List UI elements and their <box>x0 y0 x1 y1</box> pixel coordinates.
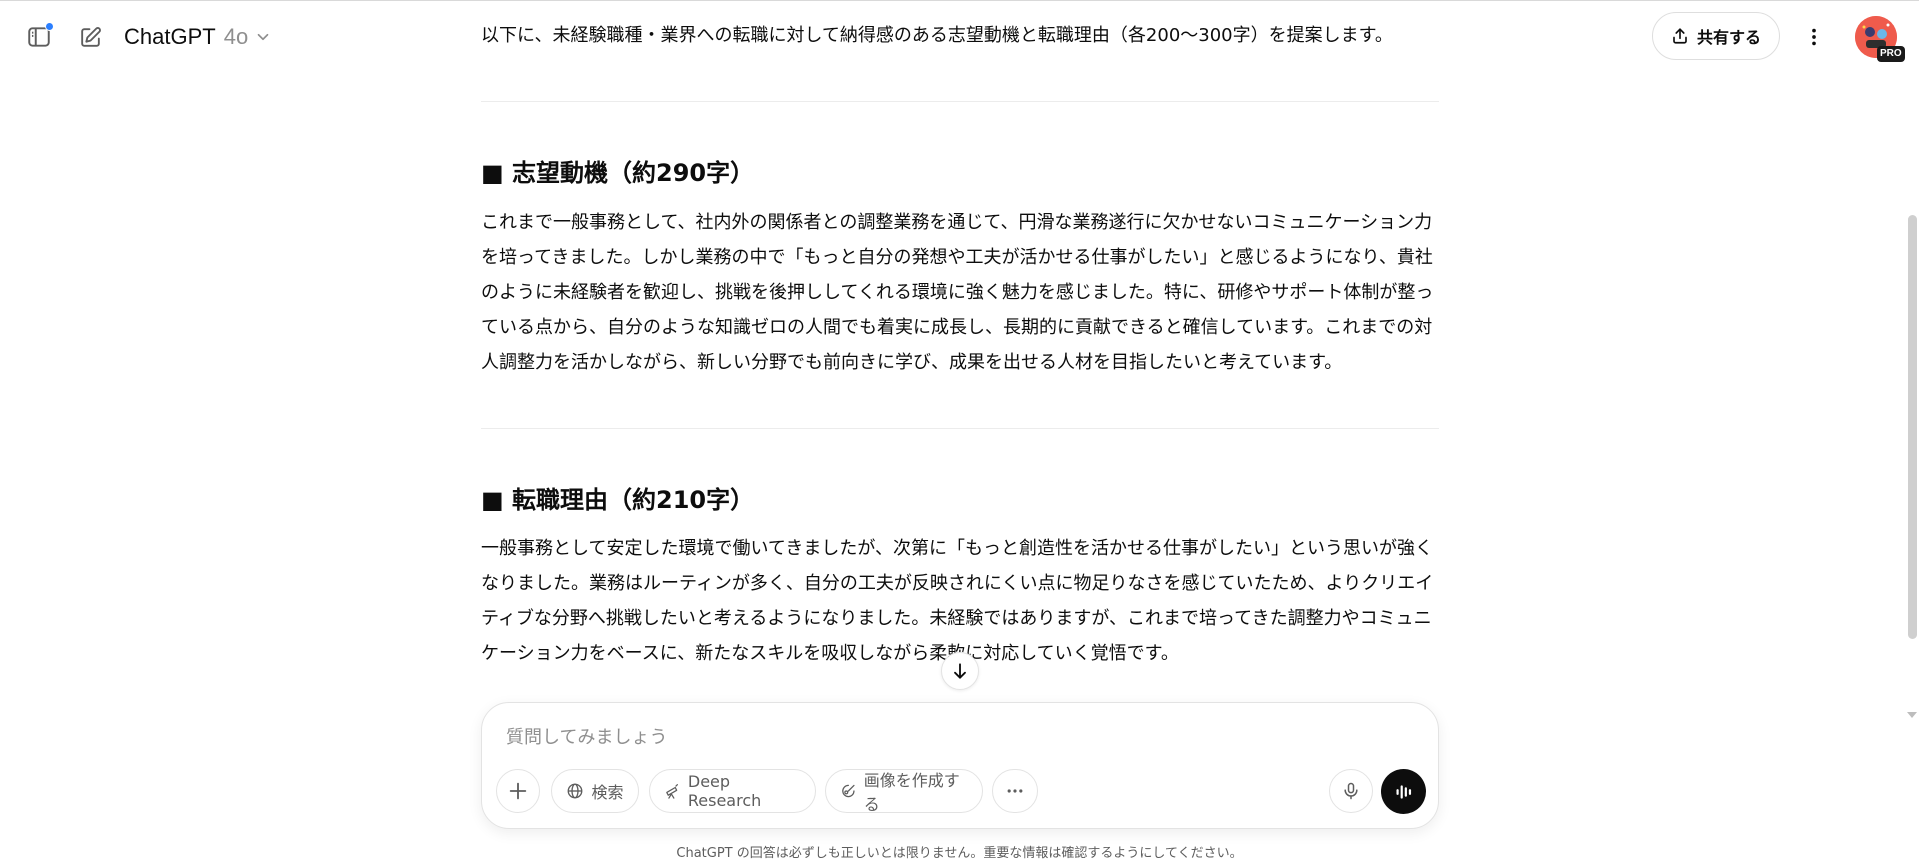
model-name: ChatGPT <box>124 24 216 49</box>
message-composer: 検索 Deep Research 画像を作成する <box>481 702 1439 829</box>
toggle-sidebar-button[interactable] <box>19 17 59 57</box>
scrollbar-thumb[interactable] <box>1908 215 1917 639</box>
deep-research-label: Deep Research <box>687 772 762 810</box>
pro-badge: PRO <box>1877 46 1905 62</box>
arrow-down-icon <box>954 663 966 679</box>
scroll-to-bottom-button[interactable] <box>941 652 979 690</box>
share-button[interactable]: 共有する <box>1652 12 1780 60</box>
section-body-reason: 一般事務として安定した環境で働いてきましたが、次第に「もっと創造性を活かせる仕事… <box>481 538 1434 664</box>
microphone-icon <box>1344 782 1358 800</box>
more-tools-button[interactable] <box>992 769 1038 813</box>
search-tool-label: 検索 <box>591 783 624 802</box>
page-scrollbar[interactable] <box>1905 72 1919 752</box>
create-image-label: 画像を作成する <box>863 771 960 814</box>
voice-mode-button[interactable] <box>1381 769 1426 814</box>
user-avatar[interactable]: PRO <box>1855 16 1905 62</box>
section-divider <box>481 101 1439 102</box>
model-selector[interactable]: ChatGPT 4o <box>124 19 272 55</box>
voice-waveform-icon <box>1395 784 1411 799</box>
chevron-down-icon <box>257 33 269 41</box>
dictate-button[interactable] <box>1329 769 1373 813</box>
section-heading-reason: ■ 転職理由（約210字） <box>481 486 755 514</box>
search-tool-button[interactable]: 検索 <box>551 769 639 813</box>
disclaimer-text: ChatGPT の回答は必ずしも正しいとは限りません。重要な情報は確認するように… <box>676 846 1243 861</box>
notification-dot <box>45 22 54 31</box>
new-chat-button[interactable] <box>70 17 110 57</box>
share-label: 共有する <box>1696 28 1761 47</box>
plus-icon <box>509 782 527 800</box>
edit-icon <box>80 26 101 47</box>
attach-button[interactable] <box>496 769 540 813</box>
section-body-motivation: これまで一般事務として、社内外の関係者との調整業務を通じて、円滑な業務遂行に欠か… <box>481 212 1434 373</box>
globe-icon <box>568 783 583 799</box>
section-divider <box>481 428 1439 429</box>
deep-research-button[interactable]: Deep Research <box>649 769 816 813</box>
message-input[interactable] <box>506 721 1386 753</box>
chatgpt-window: ChatGPT 4o 共有する PRO 以下に、未経験職種・業界への転職に対して… <box>0 0 1919 868</box>
more-vertical-icon <box>1812 28 1816 46</box>
model-version: 4o <box>223 24 249 49</box>
telescope-icon <box>666 784 678 799</box>
share-icon <box>1673 28 1687 44</box>
scroll-down-arrow-icon[interactable] <box>1907 712 1917 718</box>
image-brush-icon <box>842 784 855 798</box>
section-heading-motivation: ■ 志望動機（約290字） <box>481 159 755 187</box>
assistant-intro-text: 以下に、未経験職種・業界への転職に対して納得感のある志望動機と転職理由（各200… <box>481 25 1393 46</box>
create-image-button[interactable]: 画像を作成する <box>825 769 983 814</box>
more-horizontal-icon <box>1007 789 1023 793</box>
conversation-options-button[interactable] <box>1794 17 1834 57</box>
